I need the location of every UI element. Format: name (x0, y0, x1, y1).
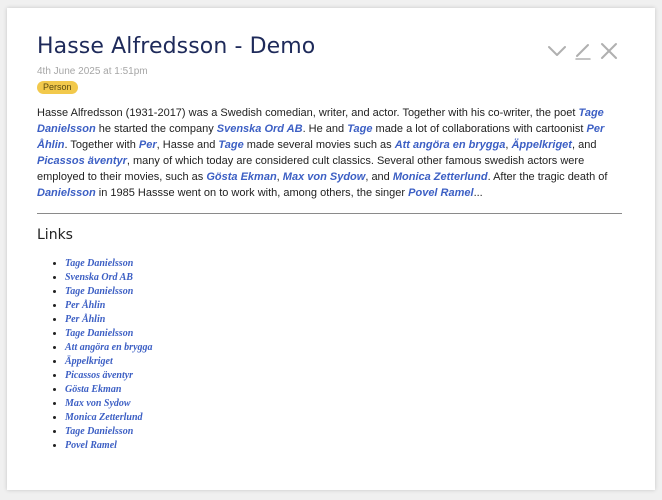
link-item[interactable]: Povel Ramel (65, 440, 117, 451)
links-list: Tage Danielsson Svenska Ord AB Tage Dani… (37, 257, 153, 453)
chevron-down-icon[interactable] (547, 42, 567, 60)
link-per[interactable]: Per (139, 139, 157, 151)
list-item: Tage Danielsson (65, 425, 153, 439)
body-text: . He and (302, 123, 348, 135)
body-text: ... (473, 187, 483, 199)
link-povel-ramel[interactable]: Povel Ramel (408, 187, 473, 199)
close-icon[interactable] (599, 42, 619, 60)
link-item[interactable]: Att angöra en brygga (65, 342, 153, 353)
body-text: , Hasse and (156, 139, 219, 151)
link-tage[interactable]: Tage (218, 139, 243, 151)
list-item: Per Åhlin (65, 299, 153, 313)
list-item: Att angöra en brygga (65, 341, 153, 355)
list-item: Monica Zetterlund (65, 411, 153, 425)
list-item: Per Åhlin (65, 313, 153, 327)
body-text: Hasse Alfredsson (1931-2017) was a Swedi… (37, 107, 579, 119)
link-item[interactable]: Per Åhlin (65, 300, 105, 311)
list-item: Gösta Ekman (65, 383, 153, 397)
link-item[interactable]: Tage Danielsson (65, 286, 133, 297)
list-item: Max von Sydow (65, 397, 153, 411)
link-item[interactable]: Svenska Ord AB (65, 272, 133, 283)
body-text: , and (571, 139, 597, 151)
list-item: Tage Danielsson (65, 327, 153, 341)
list-item: Povel Ramel (65, 439, 153, 453)
link-item[interactable]: Gösta Ekman (65, 384, 121, 395)
list-item: Tage Danielsson (65, 285, 153, 299)
body-text: . After the tragic death of (487, 171, 608, 183)
pencil-icon[interactable] (573, 42, 593, 60)
body-text: made several movies such as (243, 139, 395, 151)
link-tage[interactable]: Tage (347, 123, 372, 135)
link-max-von-sydow[interactable]: Max von Sydow (283, 171, 366, 183)
list-item: Tage Danielsson (65, 257, 153, 271)
link-att-angora-en-brygga[interactable]: Att angöra en brygga (395, 139, 506, 151)
entry-body: Hasse Alfredsson (1931-2017) was a Swedi… (37, 105, 627, 201)
link-item[interactable]: Tage Danielsson (65, 328, 133, 339)
page-title: Hasse Alfredsson - Demo (37, 34, 316, 59)
tag-badge[interactable]: Person (37, 81, 78, 94)
link-item[interactable]: Per Åhlin (65, 314, 105, 325)
list-item: Äppelkriget (65, 355, 153, 369)
list-item: Picassos äventyr (65, 369, 153, 383)
section-divider (37, 213, 622, 214)
timestamp: 4th June 2025 at 1:51pm (37, 66, 148, 77)
link-item[interactable]: Tage Danielsson (65, 258, 133, 269)
link-appelkriget[interactable]: Äppelkriget (511, 139, 572, 151)
body-text: in 1985 Hassse went on to work with, amo… (95, 187, 409, 199)
link-svenska-ord-ab[interactable]: Svenska Ord AB (217, 123, 303, 135)
body-text: . Together with (64, 139, 139, 151)
link-item[interactable]: Äppelkriget (65, 356, 113, 367)
link-item[interactable]: Max von Sydow (65, 398, 131, 409)
link-item[interactable]: Picassos äventyr (65, 370, 133, 381)
link-gosta-ekman[interactable]: Gösta Ekman (206, 171, 276, 183)
body-text: he started the company (95, 123, 217, 135)
links-heading: Links (37, 227, 73, 243)
link-monica-zetterlund[interactable]: Monica Zetterlund (393, 171, 488, 183)
entry-toolbar (547, 42, 619, 60)
body-text: , and (365, 171, 393, 183)
body-text: made a lot of collaborations with cartoo… (372, 123, 587, 135)
link-item[interactable]: Monica Zetterlund (65, 412, 143, 423)
list-item: Svenska Ord AB (65, 271, 153, 285)
link-item[interactable]: Tage Danielsson (65, 426, 133, 437)
link-picassos-aventyr[interactable]: Picassos äventyr (37, 155, 127, 167)
entry-card: Hasse Alfredsson - Demo 4th June 2025 at… (7, 8, 655, 490)
link-danielsson[interactable]: Danielsson (37, 187, 96, 199)
